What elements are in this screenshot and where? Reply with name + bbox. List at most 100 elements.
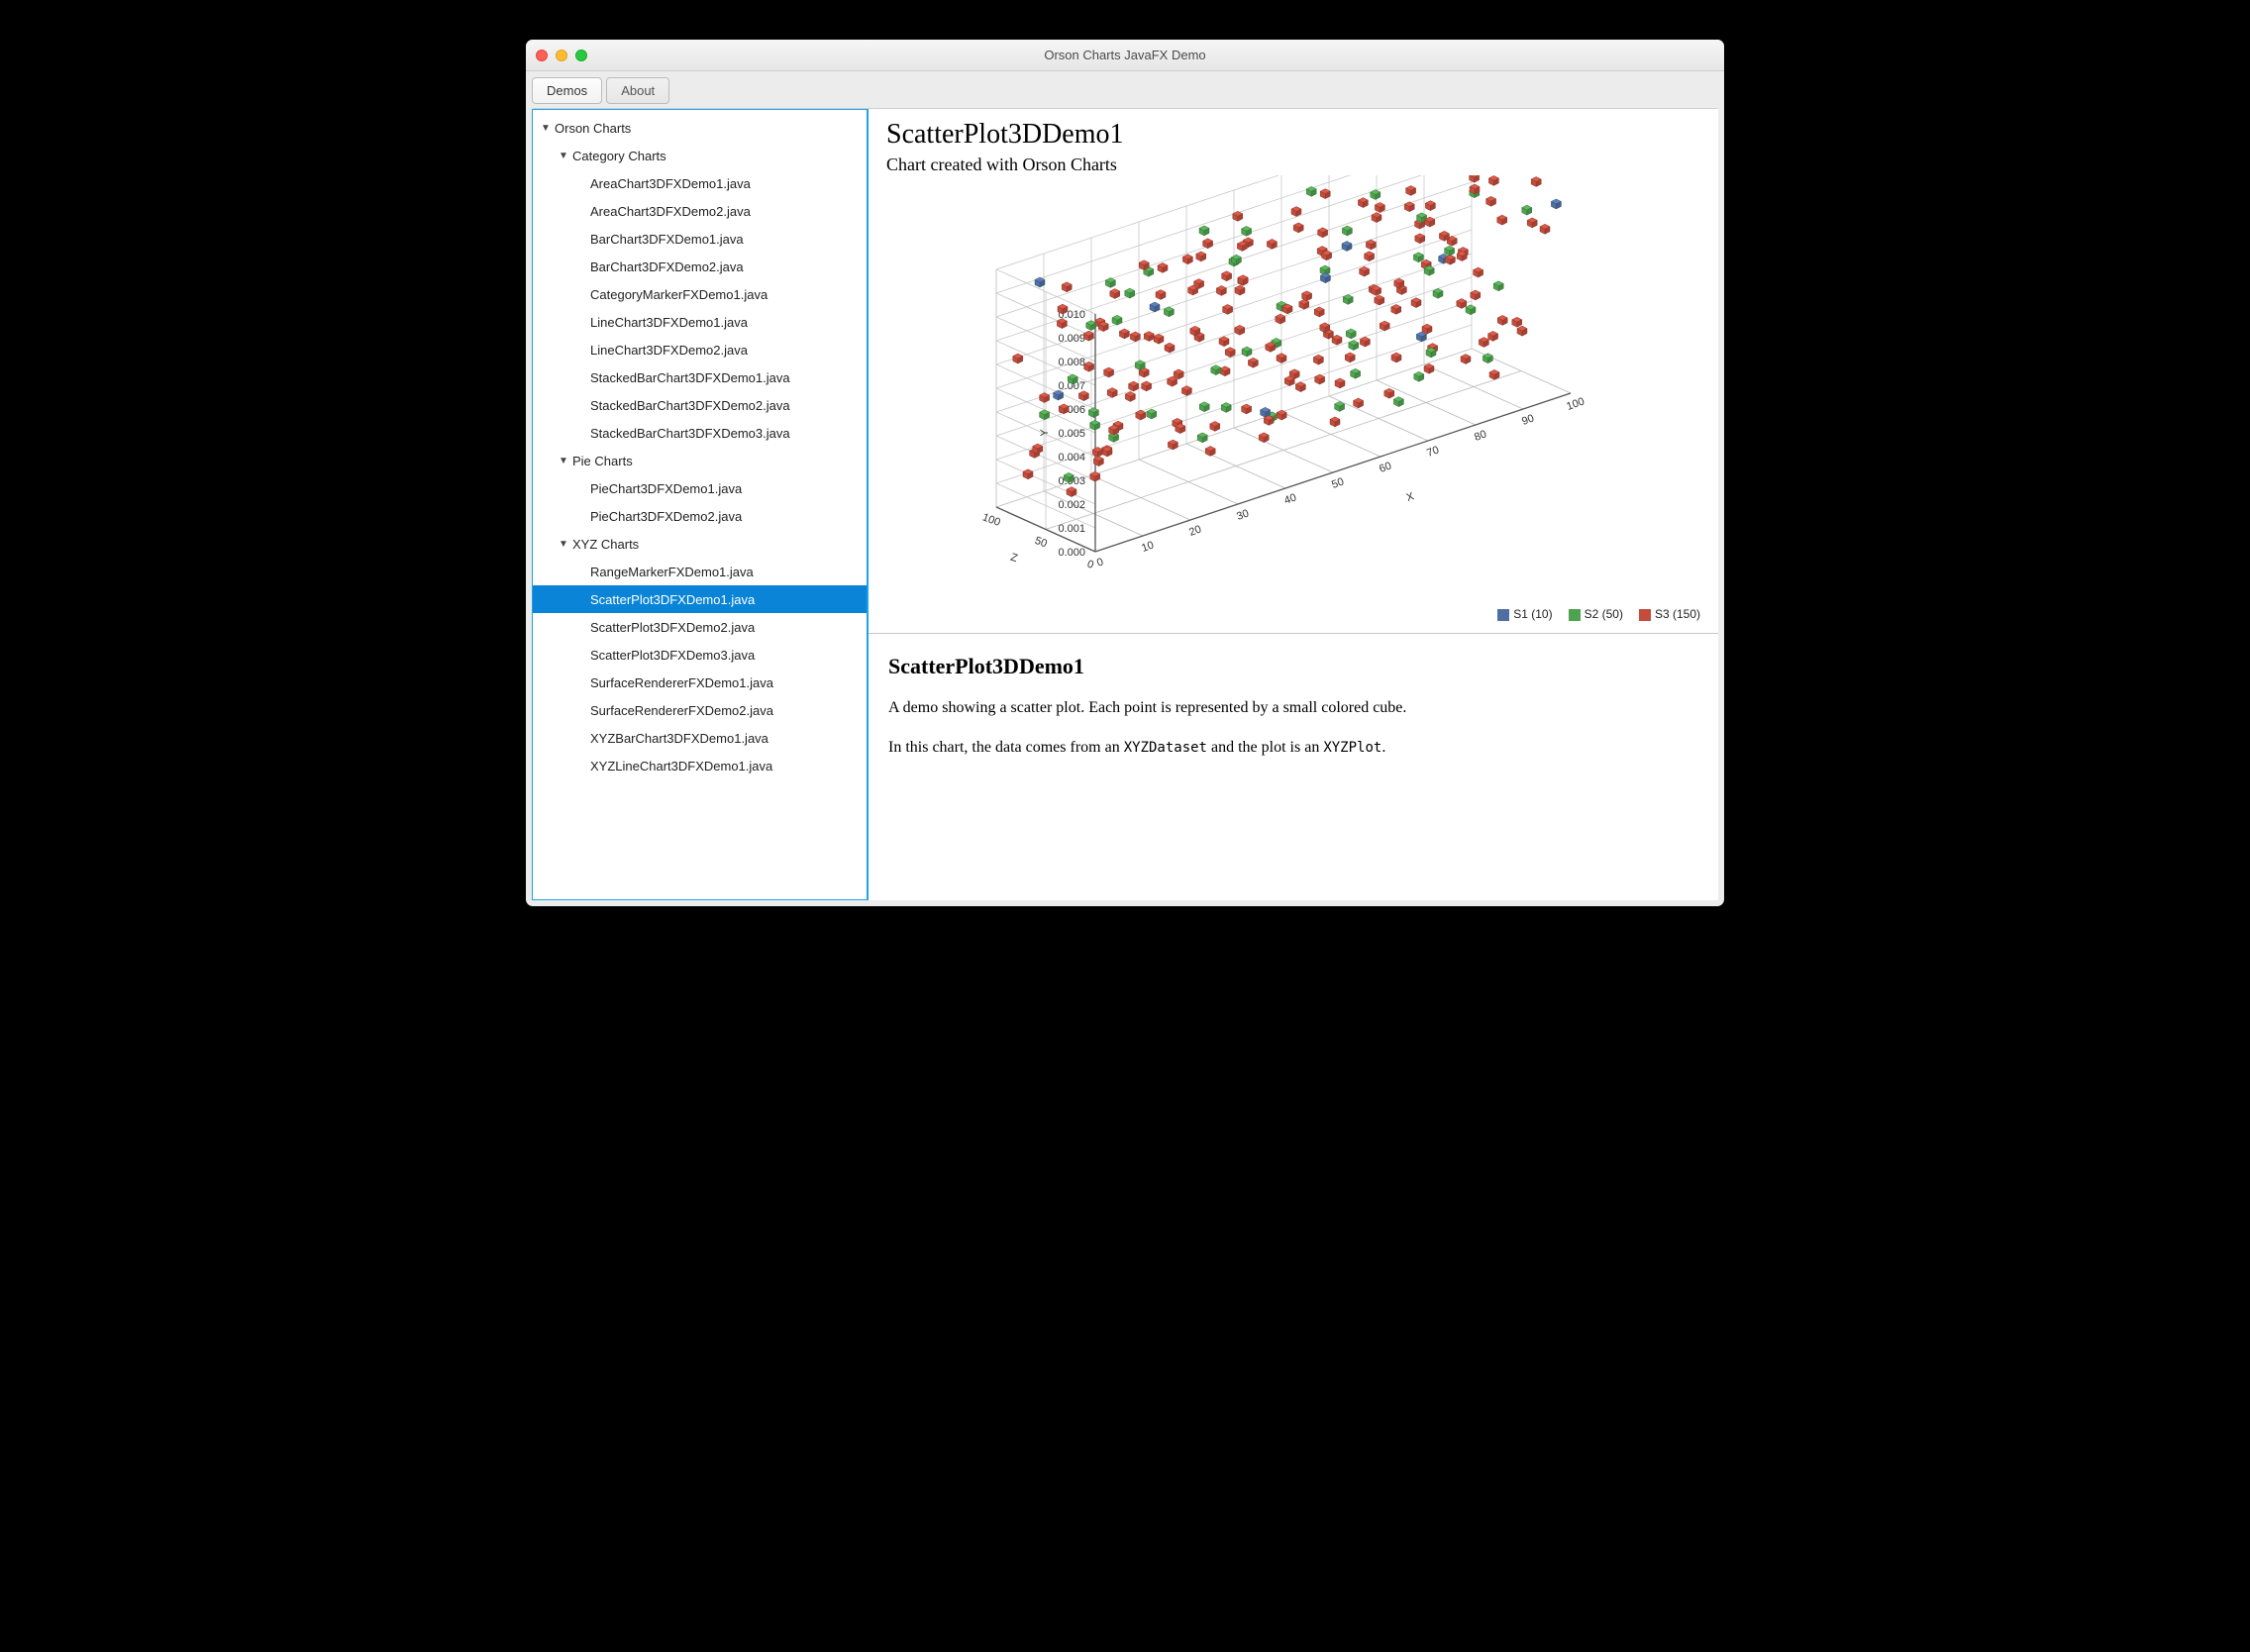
tree-label: StackedBarChart3DFXDemo2.java	[588, 398, 790, 413]
description-text: and the plot is an	[1207, 739, 1323, 756]
svg-text:0.005: 0.005	[1058, 428, 1085, 440]
tree-item[interactable]: ScatterPlot3DFXDemo2.java	[533, 613, 867, 641]
tree-item[interactable]: SurfaceRendererFXDemo1.java	[533, 669, 867, 696]
tab-demos[interactable]: Demos	[532, 77, 602, 104]
tree-label: XYZLineChart3DFXDemo1.java	[588, 759, 772, 774]
svg-text:0.001: 0.001	[1058, 523, 1085, 535]
tree-item[interactable]: AreaChart3DFXDemo2.java	[533, 197, 867, 225]
tree-label: RangeMarkerFXDemo1.java	[588, 565, 754, 579]
tree-item[interactable]: XYZLineChart3DFXDemo1.java	[533, 752, 867, 779]
tree-label: CategoryMarkerFXDemo1.java	[588, 287, 767, 302]
tree-item[interactable]: PieChart3DFXDemo1.java	[533, 474, 867, 502]
tree-label: PieChart3DFXDemo1.java	[588, 481, 742, 496]
tree-group[interactable]: ▼XYZ Charts	[533, 530, 867, 558]
tree-label: XYZBarChart3DFXDemo1.java	[588, 731, 768, 746]
description-text: In this chart, the data comes from an	[888, 739, 1124, 756]
chart-subtitle: Chart created with Orson Charts	[886, 155, 1700, 175]
window-title: Orson Charts JavaFX Demo	[526, 48, 1724, 62]
tree-label: LineChart3DFXDemo2.java	[588, 343, 748, 358]
tree-label: Orson Charts	[553, 121, 631, 136]
svg-text:20: 20	[1187, 523, 1203, 538]
disclosure-triangle-icon[interactable]: ▼	[557, 456, 570, 466]
tree-group[interactable]: ▼Category Charts	[533, 142, 867, 169]
svg-text:100: 100	[980, 511, 1001, 529]
tree-label: ScatterPlot3DFXDemo1.java	[588, 592, 755, 607]
tree-group[interactable]: ▼Pie Charts	[533, 447, 867, 474]
tree-item[interactable]: XYZBarChart3DFXDemo1.java	[533, 724, 867, 752]
tree-item[interactable]: StackedBarChart3DFXDemo2.java	[533, 391, 867, 419]
svg-text:0.009: 0.009	[1058, 333, 1085, 345]
app-window: Orson Charts JavaFX Demo Demos About ▼Or…	[526, 40, 1724, 906]
legend-swatch-icon	[1639, 609, 1651, 621]
svg-text:Z: Z	[1009, 552, 1019, 566]
description-p1: A demo showing a scatter plot. Each poin…	[888, 696, 1698, 720]
tree-label: StackedBarChart3DFXDemo1.java	[588, 370, 790, 385]
svg-text:0.008: 0.008	[1058, 357, 1085, 368]
tree-item[interactable]: RangeMarkerFXDemo1.java	[533, 558, 867, 585]
chart-pane[interactable]: ScatterPlot3DDemo1 Chart created with Or…	[869, 109, 1718, 634]
svg-text:50: 50	[1033, 535, 1049, 550]
tree-item[interactable]: CategoryMarkerFXDemo1.java	[533, 280, 867, 308]
demo-tree[interactable]: ▼Orson Charts▼Category ChartsAreaChart3D…	[532, 109, 869, 900]
legend-swatch-icon	[1569, 609, 1581, 621]
description-heading: ScatterPlot3DDemo1	[888, 650, 1698, 682]
tree-item[interactable]: StackedBarChart3DFXDemo1.java	[533, 363, 867, 391]
tree-label: ScatterPlot3DFXDemo2.java	[588, 620, 755, 635]
svg-text:90: 90	[1520, 412, 1536, 427]
svg-text:100: 100	[1565, 395, 1585, 413]
svg-text:0: 0	[1085, 558, 1095, 570]
tree-label: SurfaceRendererFXDemo2.java	[588, 703, 773, 718]
svg-text:0: 0	[1095, 556, 1105, 568]
svg-text:X: X	[1405, 490, 1416, 504]
description-pane: ScatterPlot3DDemo1 A demo showing a scat…	[869, 634, 1718, 900]
legend-item: S1 (10)	[1497, 607, 1552, 621]
tree-item[interactable]: BarChart3DFXDemo1.java	[533, 225, 867, 253]
tree-group[interactable]: ▼Orson Charts	[533, 114, 867, 142]
tree-item[interactable]: AreaChart3DFXDemo1.java	[533, 169, 867, 197]
scatter-3d-plot[interactable]: 01020304050607080901000501000.0000.0010.…	[897, 175, 1689, 591]
svg-text:0.002: 0.002	[1058, 499, 1085, 511]
description-p2: In this chart, the data comes from an XY…	[888, 736, 1698, 760]
svg-text:70: 70	[1425, 444, 1441, 459]
legend-item: S2 (50)	[1569, 607, 1623, 621]
disclosure-triangle-icon[interactable]: ▼	[557, 539, 570, 550]
tree-item[interactable]: StackedBarChart3DFXDemo3.java	[533, 419, 867, 447]
tree-label: ScatterPlot3DFXDemo3.java	[588, 648, 755, 663]
tree-label: BarChart3DFXDemo1.java	[588, 232, 744, 247]
svg-text:40: 40	[1282, 491, 1298, 506]
tree-label: AreaChart3DFXDemo1.java	[588, 176, 751, 191]
tree-label: AreaChart3DFXDemo2.java	[588, 204, 751, 219]
legend-swatch-icon	[1497, 609, 1509, 621]
tree-label: SurfaceRendererFXDemo1.java	[588, 675, 773, 690]
tree-item[interactable]: LineChart3DFXDemo1.java	[533, 308, 867, 336]
tree-label: Category Charts	[570, 149, 666, 163]
description-text: .	[1381, 739, 1385, 756]
tab-about[interactable]: About	[606, 77, 669, 104]
svg-text:0.000: 0.000	[1058, 547, 1085, 559]
svg-text:30: 30	[1235, 507, 1251, 522]
svg-text:80: 80	[1473, 428, 1488, 443]
main-pane: ScatterPlot3DDemo1 Chart created with Or…	[869, 109, 1718, 900]
tree-item[interactable]: ScatterPlot3DFXDemo1.java	[533, 585, 867, 613]
disclosure-triangle-icon[interactable]: ▼	[557, 151, 570, 161]
content-area: ▼Orson Charts▼Category ChartsAreaChart3D…	[532, 108, 1718, 900]
code-xyzdataset: XYZDataset	[1124, 740, 1207, 756]
tab-bar: Demos About	[526, 71, 1724, 104]
tree-item[interactable]: BarChart3DFXDemo2.java	[533, 253, 867, 280]
tree-item[interactable]: ScatterPlot3DFXDemo3.java	[533, 641, 867, 669]
svg-text:50: 50	[1330, 475, 1346, 490]
disclosure-triangle-icon[interactable]: ▼	[539, 123, 553, 134]
titlebar: Orson Charts JavaFX Demo	[526, 40, 1724, 71]
tree-label: XYZ Charts	[570, 537, 639, 552]
code-xyzplot: XYZPlot	[1323, 740, 1381, 756]
svg-text:0.004: 0.004	[1058, 452, 1085, 464]
tree-item[interactable]: SurfaceRendererFXDemo2.java	[533, 696, 867, 724]
svg-text:10: 10	[1140, 539, 1156, 554]
chart-legend: S1 (10) S2 (50) S3 (150)	[1497, 607, 1700, 621]
chart-title: ScatterPlot3DDemo1	[886, 119, 1700, 151]
tree-label: LineChart3DFXDemo1.java	[588, 315, 748, 330]
tree-item[interactable]: PieChart3DFXDemo2.java	[533, 502, 867, 530]
tree-item[interactable]: LineChart3DFXDemo2.java	[533, 336, 867, 363]
tree-label: StackedBarChart3DFXDemo3.java	[588, 426, 790, 441]
legend-item: S3 (150)	[1639, 607, 1700, 621]
